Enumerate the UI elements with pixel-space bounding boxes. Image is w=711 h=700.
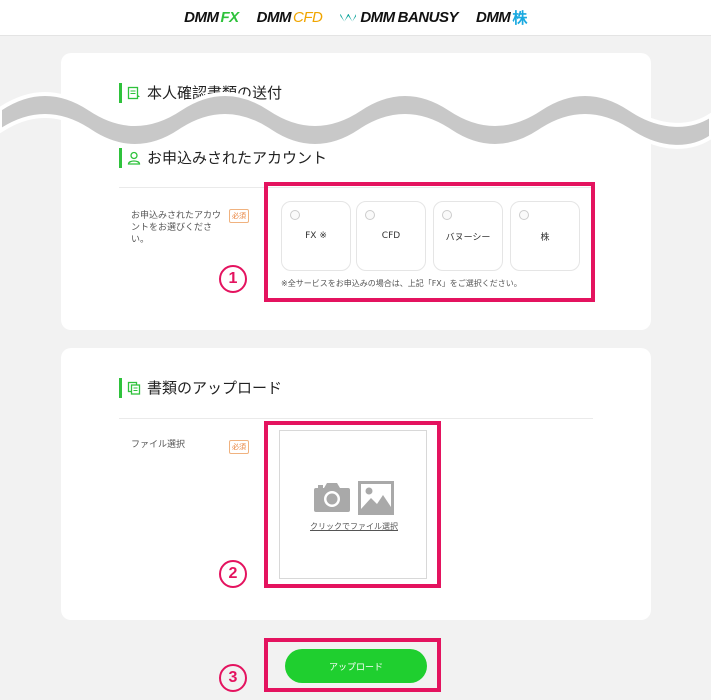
dmm-kabu-logo-prefix: DMM [475, 9, 511, 26]
dmm-cfd-logo-prefix: DMM [256, 9, 292, 26]
torn-edge-separator [0, 92, 711, 149]
brand-header: DMM FX DMM CFD DMM BANUSY DMM 株 [0, 0, 711, 36]
title-accent-bar [119, 377, 122, 398]
upload-section-title: 書類のアップロード [119, 377, 282, 398]
dmm-cfd-logo-suffix: CFD [292, 9, 323, 26]
step-marker-3: 3 [219, 664, 247, 692]
dmm-fx-logo-suffix: FX [220, 9, 239, 26]
highlight-box-upload [264, 421, 441, 588]
account-field-label: お申込みされたアカウントをお選びください。 [131, 211, 222, 245]
file-select-label: ファイル選択 [131, 440, 186, 450]
highlight-box-account [264, 182, 595, 302]
dmm-banusy-logo-prefix: DMM [360, 9, 395, 26]
dmm-kabu-logo-suffix: 株 [512, 10, 527, 27]
step-marker-1: 1 [219, 265, 247, 293]
banusy-mark-icon [340, 12, 356, 24]
dmm-fx-logo[interactable]: DMM FX [184, 9, 239, 26]
account-section-title: お申込みされたアカウント [119, 147, 327, 168]
dmm-banusy-logo[interactable]: DMM BANUSY [340, 9, 458, 26]
upload-section-title-text: 書類のアップロード [147, 379, 283, 397]
person-icon [127, 151, 141, 165]
upload-submit-button[interactable]: アップロード [285, 649, 427, 683]
account-section-title-text: お申込みされたアカウント [147, 149, 328, 167]
dmm-banusy-logo-suffix: BANUSY [397, 9, 459, 26]
documents-icon [127, 381, 141, 395]
required-badge: 必須 [229, 209, 249, 223]
required-badge: 必須 [229, 440, 249, 454]
dmm-cfd-logo[interactable]: DMM CFD [257, 9, 323, 26]
title-accent-bar [119, 147, 122, 168]
step-marker-2: 2 [219, 560, 247, 588]
dmm-kabu-logo[interactable]: DMM 株 [476, 7, 527, 28]
section-divider [119, 418, 593, 419]
dmm-fx-logo-prefix: DMM [184, 9, 219, 26]
